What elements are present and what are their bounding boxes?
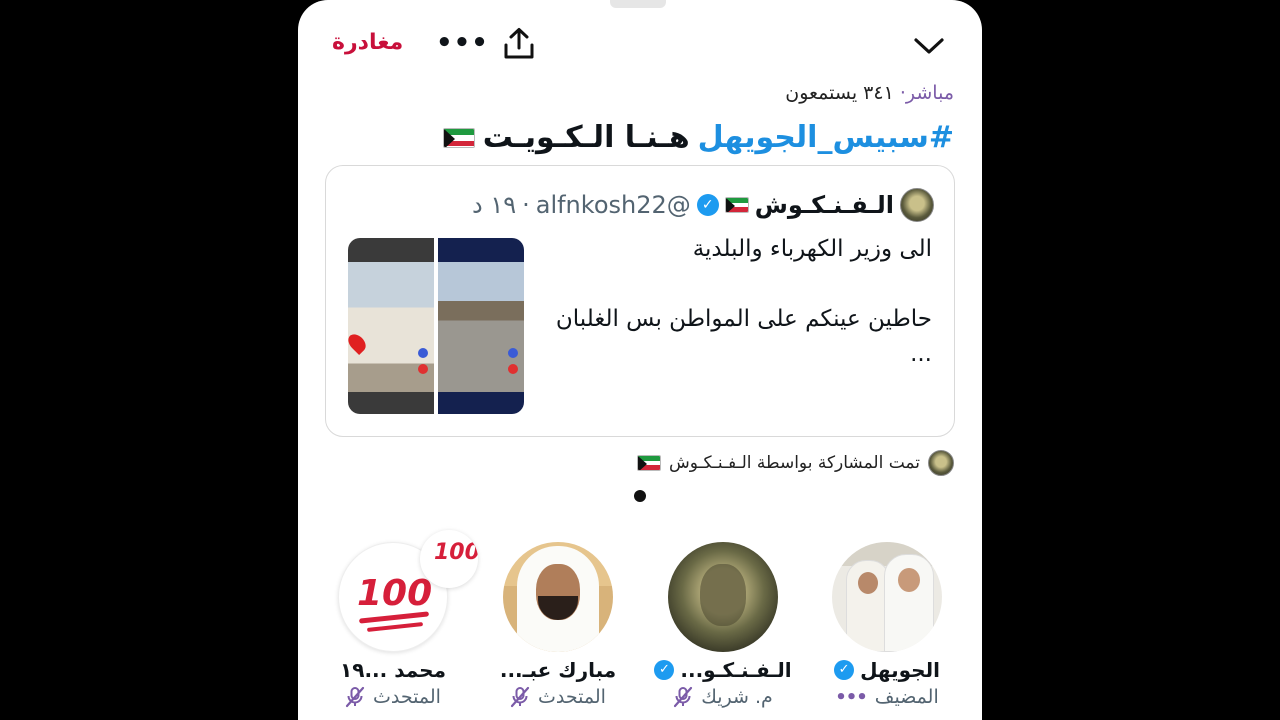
tweet-author-avatar[interactable] <box>900 188 934 222</box>
shared-by-line: تمت المشاركة بواسطة الـفـنـكـوش <box>637 450 954 476</box>
tweet-text: الى وزير الكهرباء والبلدية حاطين عينكم ع… <box>542 232 932 372</box>
pinned-tweet-card[interactable]: الـفـنـكـوش ✓ @alfnkosh22 · ١٩ د الى وزي… <box>325 165 955 437</box>
tweet-handle: @alfnkosh22 <box>535 191 691 219</box>
space-sheet: مغادرة ••• مباشر· ٣٤١ يستمعون #سبيس_الجو… <box>298 0 982 720</box>
title-text: هـنـا الـكـويـت <box>482 120 690 155</box>
kuwait-flag-icon <box>637 455 662 471</box>
participant-role-row: المضيف ••• <box>812 686 962 708</box>
participant-role: المتحدث <box>538 686 606 708</box>
tweet-media[interactable] <box>348 238 524 414</box>
tweet-line: الى وزير الكهرباء والبلدية <box>692 236 932 262</box>
avatar[interactable] <box>832 542 942 652</box>
listener-count: ٣٤١ يستمعون <box>785 82 894 104</box>
mic-off-icon <box>510 686 530 708</box>
title-hashtag-link[interactable]: #سبيس_الجويهل <box>698 120 954 155</box>
tweet-line: ... <box>910 341 932 367</box>
top-bar: مغادرة ••• <box>298 22 982 66</box>
participant-speaker-1[interactable]: مبارك عبـ... المتحدث <box>483 542 633 720</box>
sharer-avatar[interactable] <box>928 450 954 476</box>
verified-badge-icon: ✓ <box>696 194 719 216</box>
kuwait-flag-icon <box>724 197 749 213</box>
participant-name-row: محمد ...١٩ <box>318 658 468 682</box>
tweet-author-name[interactable]: الـفـنـكـوش <box>755 191 894 219</box>
kuwait-flag-icon <box>442 127 475 148</box>
tweet-time: ١٩ د <box>471 191 517 219</box>
media-image-1[interactable] <box>348 238 434 414</box>
share-icon[interactable] <box>501 26 537 62</box>
participant-speaker-2[interactable]: 100 100 محمد ...١٩ المتحدث <box>318 530 478 720</box>
mic-off-icon <box>674 686 693 708</box>
chevron-down-icon[interactable] <box>912 28 946 62</box>
verified-badge-icon: ✓ <box>654 660 675 680</box>
sheet-grabber-handle[interactable] <box>610 0 666 8</box>
more-options-icon[interactable]: ••• <box>436 24 489 62</box>
shared-by-text: تمت المشاركة بواسطة الـفـنـكـوش <box>669 453 920 473</box>
verified-badge-icon: ✓ <box>834 660 855 680</box>
tweet-separator: · <box>522 191 530 219</box>
participant-role-row: المتحدث <box>483 686 633 708</box>
reaction-emoji-icon: 100 <box>420 530 478 588</box>
host-wave-icon: ••• <box>835 686 868 708</box>
leave-button[interactable]: مغادرة <box>332 30 403 55</box>
participant-name-row: مبارك عبـ... <box>483 658 633 682</box>
media-image-2[interactable] <box>438 238 524 414</box>
participant-name-row: الـفـنـكـو... ✓ <box>648 658 798 682</box>
participant-name: مبارك عبـ... <box>499 658 617 682</box>
avatar[interactable] <box>668 542 778 652</box>
participant-role-row: المتحدث <box>318 686 468 708</box>
participant-role-row: م. شريك <box>648 686 798 708</box>
participant-host[interactable]: الجويهل ✓ المضيف ••• <box>812 542 962 720</box>
tweet-line: حاطين عينكم على المواطن بس الغلبان <box>555 306 932 332</box>
hundred-emoji-icon: 100 <box>357 573 433 614</box>
participant-name: الجويهل <box>860 658 940 682</box>
space-title: #سبيس_الجويهل هـنـا الـكـويـت <box>442 120 954 155</box>
participant-role: م. شريك <box>701 686 773 708</box>
page-indicator-dot <box>634 490 646 502</box>
participant-name: الـفـنـكـو... <box>680 658 792 682</box>
participant-cohost[interactable]: الـفـنـكـو... ✓ م. شريك <box>648 542 798 720</box>
live-label: مباشر <box>905 82 954 104</box>
live-status: مباشر· ٣٤١ يستمعون <box>785 82 954 104</box>
avatar[interactable] <box>503 542 613 652</box>
tweet-header: الـفـنـكـوش ✓ @alfnkosh22 · ١٩ د <box>472 188 934 222</box>
participant-name: محمد ...١٩ <box>340 658 446 682</box>
mic-off-icon <box>345 686 365 708</box>
participant-role: المضيف <box>874 686 939 708</box>
participant-role: المتحدث <box>373 686 441 708</box>
participant-name-row: الجويهل ✓ <box>812 658 962 682</box>
